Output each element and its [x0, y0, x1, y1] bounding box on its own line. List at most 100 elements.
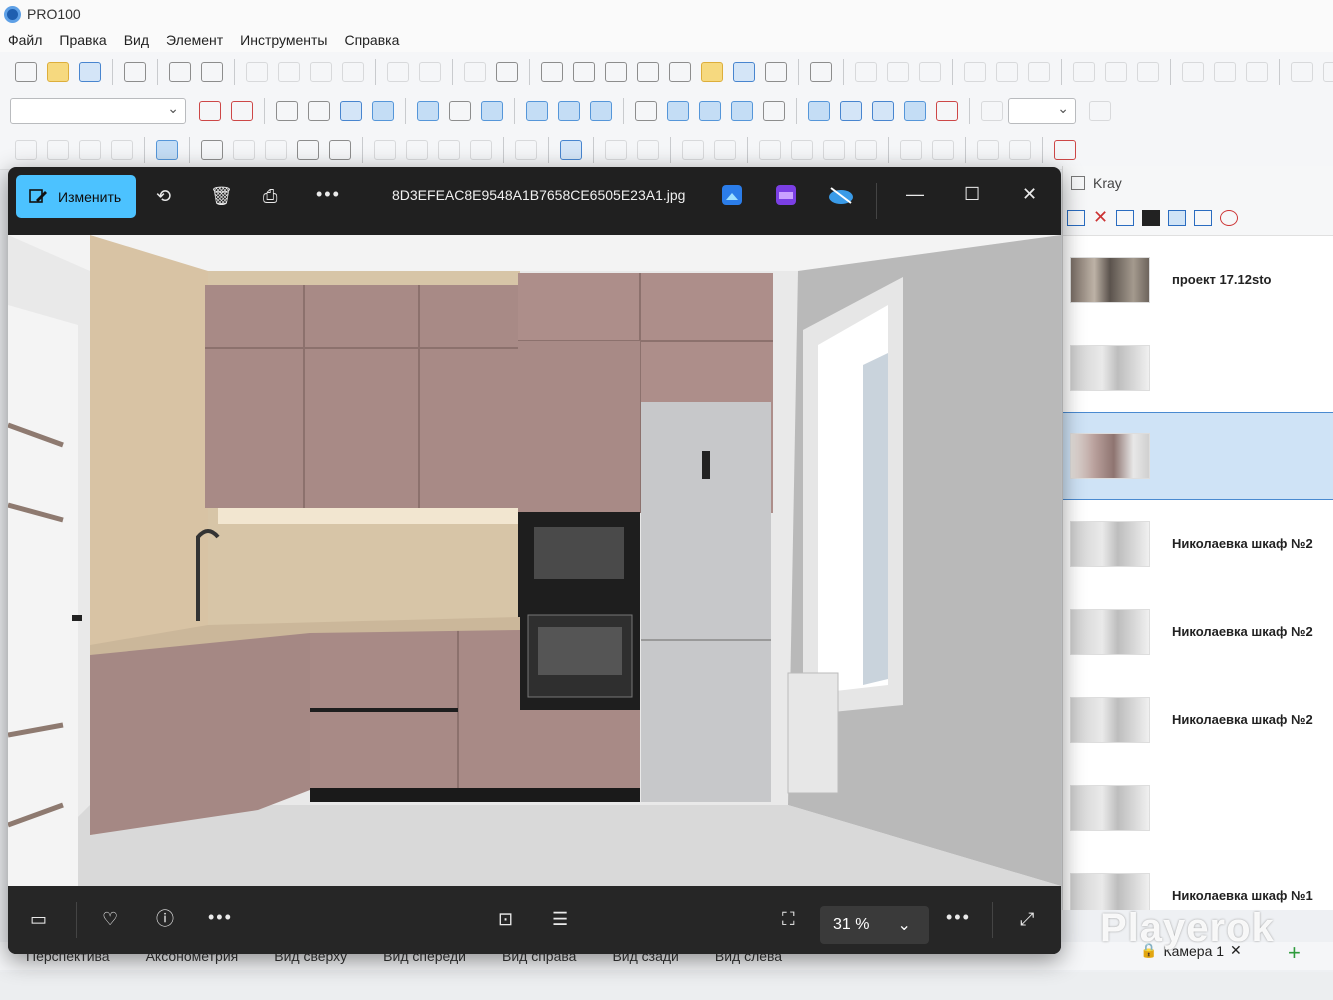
close-icon[interactable]: ✕	[1022, 185, 1037, 203]
print-preview-icon[interactable]	[201, 61, 223, 82]
favorite-heart-icon[interactable]: ♡	[102, 910, 118, 928]
maximize-icon[interactable]: ☐	[964, 185, 980, 203]
group-icon[interactable]	[560, 139, 582, 160]
hide-all-icon[interactable]	[977, 139, 999, 160]
distribute-bottom-icon[interactable]	[1137, 61, 1159, 82]
remove-layer-icon[interactable]	[231, 100, 253, 121]
settings-gear-icon[interactable]	[124, 61, 146, 82]
material-dropdown[interactable]	[10, 97, 186, 124]
add-camera-icon[interactable]: +	[1288, 940, 1301, 966]
search-icon[interactable]	[573, 61, 595, 82]
edit-button[interactable]: Изменить	[16, 175, 136, 218]
print-icon[interactable]	[169, 61, 191, 82]
dimension-icon[interactable]	[667, 100, 689, 121]
rotate-a-icon[interactable]	[1182, 61, 1204, 82]
magnify-icon[interactable]	[515, 139, 537, 160]
view-box-2-icon[interactable]	[308, 100, 330, 121]
pipette-icon[interactable]	[297, 139, 319, 160]
new-file-icon[interactable]	[15, 61, 37, 82]
panel-frame-icon[interactable]	[1116, 209, 1135, 226]
distribute-top-icon[interactable]	[1073, 61, 1095, 82]
library-item-selected[interactable]	[1063, 412, 1333, 500]
render-eye-icon[interactable]	[733, 61, 755, 82]
panel-list-view-icon[interactable]	[1194, 209, 1213, 226]
library-item[interactable]	[1063, 764, 1333, 852]
equal-width-icon[interactable]	[79, 139, 101, 160]
print-icon[interactable]: ⎙	[263, 187, 277, 205]
menu-help[interactable]: Справка	[344, 32, 399, 48]
add-layer-icon[interactable]	[199, 100, 221, 121]
equal-depth-icon[interactable]	[47, 139, 69, 160]
layers-icon[interactable]	[637, 61, 659, 82]
ruler-icon[interactable]	[699, 100, 721, 121]
text-scan-icon[interactable]: ☰	[552, 910, 568, 928]
panel-power-icon[interactable]	[1220, 209, 1239, 226]
distribute-h-icon[interactable]	[964, 61, 986, 82]
target-icon[interactable]	[936, 100, 958, 121]
open-folder-icon[interactable]	[47, 61, 69, 82]
visual-search-icon[interactable]: ⊡	[498, 910, 513, 928]
library-item[interactable]	[1063, 324, 1333, 412]
snap-point-icon[interactable]	[808, 100, 830, 121]
panel-grid-view-icon[interactable]	[1168, 209, 1187, 226]
eye-icon[interactable]	[763, 100, 785, 121]
grid-icon[interactable]	[731, 100, 753, 121]
select-arrow-icon[interactable]	[156, 139, 178, 160]
align-right-icon[interactable]	[1323, 61, 1333, 82]
library-item[interactable]: проект 17.12sto	[1063, 236, 1333, 324]
more-icon[interactable]: •••	[316, 185, 341, 203]
info-icon[interactable]: ⓘ	[156, 910, 174, 928]
tag-icon[interactable]	[635, 100, 657, 121]
snap-face-icon[interactable]	[872, 100, 894, 121]
sum-icon[interactable]	[810, 61, 832, 82]
distribute-middle-icon[interactable]	[1105, 61, 1127, 82]
align-center-icon[interactable]	[855, 61, 877, 82]
distribute-right-icon[interactable]	[1028, 61, 1050, 82]
show-icon[interactable]	[932, 139, 954, 160]
align-middle-icon[interactable]	[887, 61, 909, 82]
move-back-icon[interactable]	[714, 139, 736, 160]
menu-tools[interactable]: Инструменты	[240, 32, 327, 48]
wireframe-icon[interactable]	[417, 100, 439, 121]
sliders-icon[interactable]	[496, 61, 518, 82]
zoom-dropdown[interactable]	[1008, 97, 1076, 124]
view-box-solid-icon[interactable]	[372, 100, 394, 121]
filmstrip-icon[interactable]: ▭	[30, 910, 47, 928]
photos-app-icon[interactable]	[722, 185, 742, 208]
move-left-icon[interactable]	[682, 139, 704, 160]
copy-icon[interactable]	[278, 61, 300, 82]
rotate-c-icon[interactable]	[1246, 61, 1268, 82]
scale-icon[interactable]	[855, 139, 877, 160]
clipchamp-icon[interactable]	[776, 185, 796, 208]
menu-edit[interactable]: Правка	[59, 32, 106, 48]
shaded-icon[interactable]	[481, 100, 503, 121]
save-icon[interactable]	[79, 61, 101, 82]
ungroup-icon[interactable]	[605, 139, 627, 160]
rotate-b-icon[interactable]	[1214, 61, 1236, 82]
view-box-1-icon[interactable]	[276, 100, 298, 121]
magnet-icon[interactable]	[904, 100, 926, 121]
panel-delete-icon[interactable]: ✕	[1093, 207, 1108, 228]
hidden-lines-icon[interactable]	[449, 100, 471, 121]
align-diagonal-icon[interactable]	[919, 61, 941, 82]
report-icon[interactable]	[765, 61, 787, 82]
library-item[interactable]: Николаевка шкаф №2	[1063, 588, 1333, 676]
drawer-icon[interactable]	[470, 139, 492, 160]
align-left-icon[interactable]	[1291, 61, 1313, 82]
more-options-icon[interactable]: •••	[208, 908, 233, 926]
menu-view[interactable]: Вид	[124, 32, 149, 48]
move-icon[interactable]	[791, 139, 813, 160]
rotate-icon[interactable]: ⟲	[156, 187, 171, 205]
rotate-icon[interactable]	[759, 139, 781, 160]
hierarchy-icon[interactable]	[605, 61, 627, 82]
delete-icon[interactable]: 🗑	[210, 187, 233, 205]
equal-space-icon[interactable]	[111, 139, 133, 160]
shape-icon[interactable]	[329, 139, 351, 160]
panel-dark-view-icon[interactable]	[1142, 209, 1161, 226]
paste-icon[interactable]	[310, 61, 332, 82]
light-sun-icon[interactable]	[701, 61, 723, 82]
orbit-icon[interactable]	[558, 100, 580, 121]
library-item[interactable]: Николаевка шкаф №2	[1063, 676, 1333, 764]
view-box-3-icon[interactable]	[340, 100, 362, 121]
door-double-icon[interactable]	[438, 139, 460, 160]
